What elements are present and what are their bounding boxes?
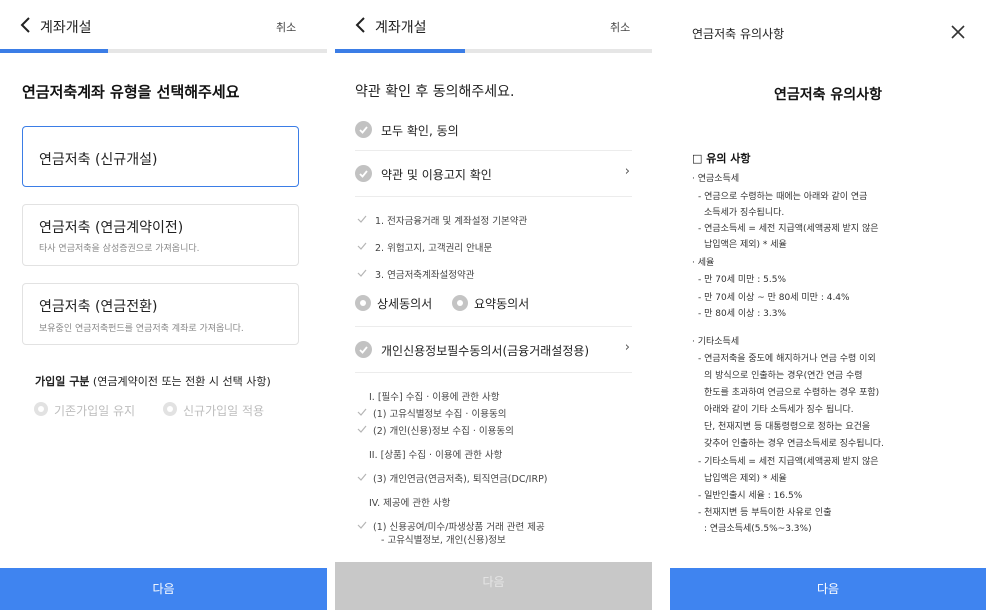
section-title: □ 유의 사항	[692, 152, 751, 165]
notice-line: 아래와 같이 기타 소득세가 징수 됩니다.	[704, 405, 854, 415]
option-title: 연금저축 (연금전환)	[39, 299, 158, 315]
notice-line: 납입액은 제외) * 세율	[704, 474, 787, 484]
page-title: 연금저축 유의사항	[774, 87, 882, 103]
option-title: 연금저축 (신규개설)	[39, 152, 158, 168]
header-title: 계좌개설	[40, 20, 92, 36]
check-circle-icon[interactable]	[355, 341, 372, 358]
header: 계좌개설 취소	[335, 0, 652, 53]
option-subtitle: 보유중인 연금저축펀드를 연금저축 계좌로 가져옵니다.	[39, 324, 244, 334]
credit-item-continued: - 고유식별정보, 개인(신용)정보	[381, 535, 506, 546]
next-button[interactable]: 다음	[670, 568, 986, 610]
terms-header[interactable]: 약관 및 이용고지 확인	[381, 166, 492, 183]
option-subtitle: 타사 연금저축을 삼성증권으로 가져옵니다.	[39, 244, 200, 254]
notice-line: - 연금저축을 중도에 해지하거나 연금 수령 이외	[698, 354, 876, 364]
credit-item[interactable]: (1) 고유식별정보 수집 · 이용동의	[373, 406, 506, 420]
notice-line: · 연금소득세	[692, 174, 740, 184]
divider	[355, 326, 632, 327]
check-icon	[357, 425, 367, 433]
radio-label: 신규가입일 적용	[183, 404, 265, 418]
notice-line: · 세율	[692, 258, 715, 268]
check-icon	[357, 408, 367, 416]
radio-detailed-consent[interactable]	[355, 295, 371, 311]
terms-agreement-screen: 계좌개설 취소 약관 확인 후 동의해주세요. 모두 확인, 동의 약관 및 이…	[335, 0, 652, 610]
notice-line: 갖추어 인출하는 경우 연금소득세로 징수됩니다.	[704, 439, 884, 449]
credit-item[interactable]: (3) 개인연금(연금저축), 퇴직연금(DC/IRP)	[373, 471, 548, 485]
notice-line: 소득세가 징수됩니다.	[704, 208, 785, 218]
pension-notice-screen: 연금저축 유의사항 연금저축 유의사항 □ 유의 사항 · 연금소득세 - 연금으…	[670, 0, 986, 610]
header-title: 계좌개설	[375, 20, 427, 36]
notice-line: - 연금소득세 = 세전 지급액(세액공제 받지 않은	[698, 224, 879, 234]
option-new-account[interactable]: 연금저축 (신규개설)	[22, 126, 299, 187]
notice-line: - 만 70세 미만 : 5.5%	[698, 275, 787, 285]
chevron-right-icon[interactable]: ›	[625, 164, 630, 179]
option-title: 연금저축 (연금계약이전)	[39, 220, 184, 236]
close-icon[interactable]	[951, 25, 965, 39]
check-icon	[357, 473, 367, 481]
check-icon	[357, 215, 367, 223]
notice-line: 납입액은 제외) * 세율	[704, 240, 787, 250]
join-date-label-rest: (연금계약이전 또는 전환 시 선택 사항)	[89, 375, 271, 388]
check-circle-icon[interactable]	[355, 121, 372, 138]
progress-bar	[0, 49, 327, 53]
check-icon	[357, 269, 367, 277]
radio-keep-join-date[interactable]	[34, 402, 48, 416]
notice-line: - 연금으로 수령하는 때에는 아래와 같이 연금	[698, 192, 868, 202]
credit-section-heading: IV. 제공에 관한 사항	[369, 498, 451, 509]
consent-type-label[interactable]: 요약동의서	[474, 295, 529, 312]
check-circle-icon[interactable]	[355, 165, 372, 182]
next-button[interactable]: 다음	[0, 568, 327, 610]
page-title: 약관 확인 후 동의해주세요.	[355, 84, 515, 100]
radio-label: 기존가입일 유지	[54, 404, 136, 418]
option-pension-conversion[interactable]: 연금저축 (연금전환) 보유중인 연금저축펀드를 연금저축 계좌로 가져옵니다.	[22, 283, 299, 345]
progress-fill	[0, 49, 108, 53]
check-icon	[357, 521, 367, 529]
divider	[355, 150, 632, 151]
notice-line: · 기타소득세	[692, 337, 740, 347]
notice-line: 한도를 초과하여 연금으로 수령하는 경우 포함)	[704, 388, 880, 398]
option-contract-transfer[interactable]: 연금저축 (연금계약이전) 타사 연금저축을 삼성증권으로 가져옵니다.	[22, 204, 299, 266]
notice-line: - 일반인출시 세율 : 16.5%	[698, 491, 803, 501]
notice-line: : 연금소득세(5.5%~3.3%)	[704, 524, 812, 534]
terms-item[interactable]: 1. 전자금융거래 및 계좌설정 기본약관	[375, 213, 527, 227]
notice-line: - 기타소득세 = 세전 지급액(세액공제 받지 않은	[698, 457, 879, 467]
credit-section-heading: II. [상품] 수집 · 이용에 관한 사항	[369, 450, 503, 461]
cancel-button[interactable]: 취소	[276, 19, 296, 35]
terms-item[interactable]: 3. 연금저축계좌설정약관	[375, 267, 474, 281]
progress-bar	[335, 49, 652, 53]
page-title: 연금저축계좌 유형을 선택해주세요	[22, 83, 240, 101]
next-button-disabled[interactable]: 다음	[335, 562, 652, 610]
cancel-button[interactable]: 취소	[610, 19, 630, 35]
credit-item[interactable]: (1) 신용공여/미수/파생상품 거래 관련 제공	[373, 519, 545, 533]
header-title: 연금저축 유의사항	[692, 27, 785, 41]
radio-new-join-date[interactable]	[163, 402, 177, 416]
radio-summary-consent[interactable]	[452, 295, 468, 311]
divider	[355, 372, 632, 373]
notice-line: 의 방식으로 인출하는 경우(연간 연금 수령	[704, 371, 863, 381]
notice-line: 단, 천재지변 등 대통령령으로 정하는 요건을	[704, 422, 871, 432]
account-type-screen: 계좌개설 취소 연금저축계좌 유형을 선택해주세요 연금저축 (신규개설) 연금…	[0, 0, 327, 610]
notice-line: - 만 70세 이상 ~ 만 80세 미만 : 4.4%	[698, 293, 850, 303]
join-date-label-bold: 가입일 구분	[35, 375, 90, 388]
divider	[355, 196, 632, 197]
check-icon	[357, 242, 367, 250]
credit-item[interactable]: (2) 개인(신용)정보 수집 · 이용동의	[373, 423, 514, 437]
back-arrow-icon[interactable]	[353, 16, 367, 34]
notice-line: - 만 80세 이상 : 3.3%	[698, 309, 787, 319]
credit-section-heading: I. [필수] 수집 · 이용에 관한 사항	[369, 392, 500, 403]
terms-item[interactable]: 2. 위험고지, 고객권리 안내문	[375, 240, 492, 254]
chevron-right-icon[interactable]: ›	[625, 340, 630, 355]
agree-all-label[interactable]: 모두 확인, 동의	[381, 122, 459, 139]
credit-consent-header[interactable]: 개인신용정보필수동의서(금융거래설정용)	[381, 342, 589, 359]
header: 계좌개설 취소	[0, 0, 327, 53]
consent-type-label[interactable]: 상세동의서	[377, 295, 432, 312]
back-arrow-icon[interactable]	[18, 16, 32, 34]
progress-fill	[335, 49, 465, 53]
join-date-label: 가입일 구분 (연금계약이전 또는 전환 시 선택 사항)	[35, 373, 271, 389]
notice-line: - 천재지변 등 부득이한 사유로 인출	[698, 508, 832, 518]
